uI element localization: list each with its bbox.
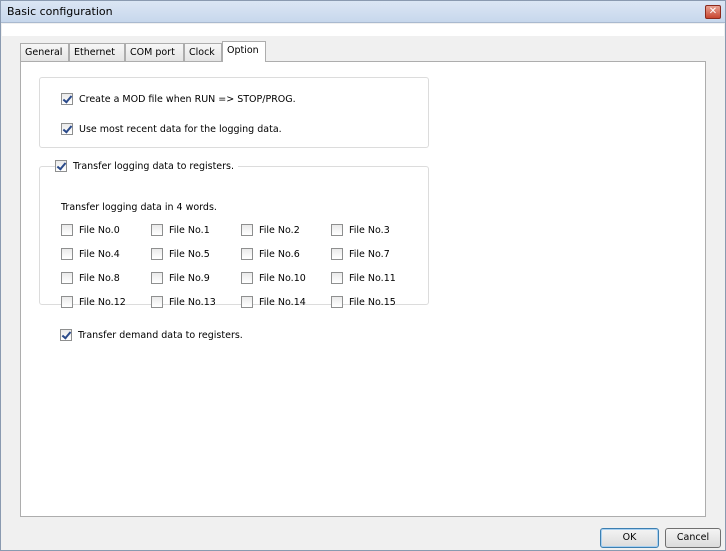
file-checkbox[interactable] <box>241 248 253 260</box>
file-option[interactable]: File No.6 <box>241 248 300 260</box>
cancel-button[interactable]: Cancel <box>665 528 721 548</box>
create-mod-checkbox[interactable] <box>61 93 73 105</box>
transfer-logging-option[interactable]: Transfer logging data to registers. <box>55 160 239 172</box>
file-checkbox[interactable] <box>61 272 73 284</box>
file-checkbox[interactable] <box>151 248 163 260</box>
option-panel: Create a MOD file when RUN => STOP/PROG.… <box>20 61 706 517</box>
file-option[interactable]: File No.14 <box>241 296 306 308</box>
file-label: File No.5 <box>169 248 210 260</box>
file-label: File No.0 <box>79 224 120 236</box>
transfer-logging-checkbox[interactable] <box>55 160 67 172</box>
file-checkbox[interactable] <box>241 296 253 308</box>
file-label: File No.10 <box>259 272 306 284</box>
title-bar[interactable]: Basic configuration ✕ <box>1 1 725 23</box>
file-option[interactable]: File No.0 <box>61 224 120 236</box>
file-label: File No.8 <box>79 272 120 284</box>
file-checkbox[interactable] <box>61 224 73 236</box>
file-checkbox[interactable] <box>151 272 163 284</box>
file-option[interactable]: File No.9 <box>151 272 210 284</box>
tab-general[interactable]: General <box>20 43 69 61</box>
file-option[interactable]: File No.4 <box>61 248 120 260</box>
recent-data-label: Use most recent data for the logging dat… <box>79 123 282 135</box>
file-option[interactable]: File No.2 <box>241 224 300 236</box>
file-option[interactable]: File No.8 <box>61 272 120 284</box>
file-option[interactable]: File No.3 <box>331 224 390 236</box>
transfer-demand-label: Transfer demand data to registers. <box>78 329 243 341</box>
file-option[interactable]: File No.15 <box>331 296 396 308</box>
file-label: File No.15 <box>349 296 396 308</box>
file-checkbox[interactable] <box>241 224 253 236</box>
transfer-demand-option[interactable]: Transfer demand data to registers. <box>60 329 243 341</box>
tab-com-port[interactable]: COM port <box>125 43 184 61</box>
file-label: File No.11 <box>349 272 396 284</box>
file-label: File No.1 <box>169 224 210 236</box>
file-label: File No.13 <box>169 296 216 308</box>
file-option[interactable]: File No.13 <box>151 296 216 308</box>
file-checkbox[interactable] <box>151 224 163 236</box>
file-label: File No.14 <box>259 296 306 308</box>
recent-data-checkbox[interactable] <box>61 123 73 135</box>
words-text: Transfer logging data in 4 words. <box>61 202 217 213</box>
words-text-row: Transfer logging data in 4 words. <box>61 202 217 213</box>
file-checkbox[interactable] <box>151 296 163 308</box>
ok-button[interactable]: OK <box>600 528 659 548</box>
file-option[interactable]: File No.7 <box>331 248 390 260</box>
logging-group: Transfer logging data in 4 words. File N… <box>39 166 429 308</box>
basic-configuration-dialog: Basic configuration ✕ General Ethernet C… <box>0 0 726 551</box>
general-options-group: Create a MOD file when RUN => STOP/PROG.… <box>39 77 429 148</box>
recent-data-option[interactable]: Use most recent data for the logging dat… <box>61 123 282 135</box>
file-option[interactable]: File No.11 <box>331 272 396 284</box>
close-icon[interactable]: ✕ <box>705 5 721 19</box>
tab-ethernet[interactable]: Ethernet <box>69 43 125 61</box>
file-label: File No.9 <box>169 272 210 284</box>
file-checkbox[interactable] <box>331 296 343 308</box>
create-mod-option[interactable]: Create a MOD file when RUN => STOP/PROG. <box>61 93 296 105</box>
file-checkbox[interactable] <box>331 224 343 236</box>
file-label: File No.4 <box>79 248 120 260</box>
file-option[interactable]: File No.5 <box>151 248 210 260</box>
file-checkbox[interactable] <box>61 296 73 308</box>
create-mod-label: Create a MOD file when RUN => STOP/PROG. <box>79 93 296 105</box>
file-option[interactable]: File No.10 <box>241 272 306 284</box>
file-label: File No.7 <box>349 248 390 260</box>
file-option[interactable]: File No.1 <box>151 224 210 236</box>
tab-clock[interactable]: Clock <box>184 43 222 61</box>
window-title: Basic configuration <box>7 5 113 18</box>
transfer-logging-label: Transfer logging data to registers. <box>73 160 235 172</box>
file-checkbox[interactable] <box>241 272 253 284</box>
file-checkbox[interactable] <box>61 248 73 260</box>
file-label: File No.3 <box>349 224 390 236</box>
file-label: File No.6 <box>259 248 300 260</box>
file-label: File No.12 <box>79 296 126 308</box>
dialog-top-area <box>2 24 724 36</box>
file-checkbox[interactable] <box>331 272 343 284</box>
transfer-demand-checkbox[interactable] <box>60 329 72 341</box>
file-option[interactable]: File No.12 <box>61 296 126 308</box>
tab-option[interactable]: Option <box>222 41 266 62</box>
file-label: File No.2 <box>259 224 300 236</box>
file-checkbox[interactable] <box>331 248 343 260</box>
